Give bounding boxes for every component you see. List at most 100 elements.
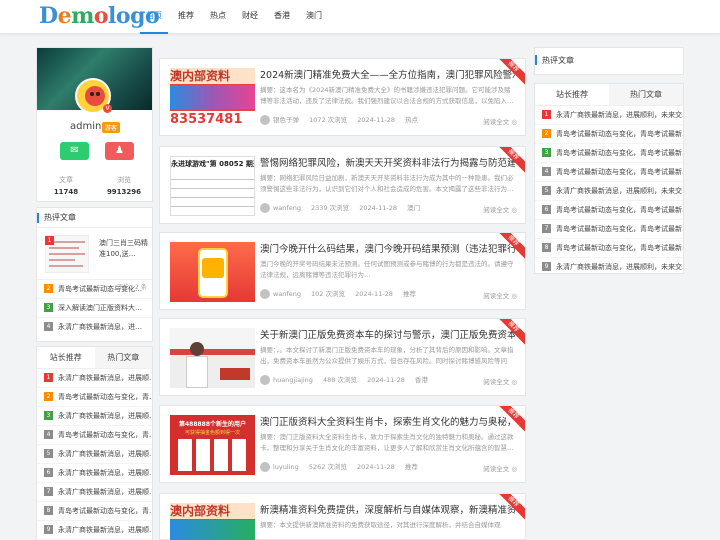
rank-badge: 1 xyxy=(44,372,53,382)
article-title[interactable]: 澳门正版资料大全资料生肖卡，探索生肖文化的魅力与奥秘，… xyxy=(260,414,515,428)
list-item[interactable]: 6 永清广商铁最新消息，进展顺… xyxy=(37,464,152,483)
list-item[interactable]: 4 青岛考试最新动态与变化，青岛考试最新… xyxy=(535,163,683,182)
stat-label: 文章 xyxy=(59,176,73,184)
thumb-caption: 澳内部资料 xyxy=(170,68,255,84)
list-item[interactable]: 3 永清广商铁最新消息，进展顺… xyxy=(37,407,152,426)
article-category[interactable]: 香港 xyxy=(415,376,428,384)
list-item[interactable]: 4 永清广商铁最新消息，进… xyxy=(37,318,152,337)
article-title[interactable]: 警惕网络犯罪风险，新澳天天开奖资料非法行为揭露与防范建… xyxy=(260,155,515,169)
thumb-number: 83537481 xyxy=(170,111,255,128)
list-item-label: 青岛考试最新动态与变化，青岛考试最新… xyxy=(556,206,683,214)
article-thumbnail[interactable]: 澳内部资料 xyxy=(170,503,255,540)
tab-bar: 站长推荐 热门文章 xyxy=(535,84,683,106)
article-category[interactable]: 推荐 xyxy=(405,463,418,471)
article-category[interactable]: 热点 xyxy=(405,116,418,124)
list-item-label: 永清广商铁最新消息，进展顺… xyxy=(58,469,152,477)
article-author[interactable]: luyuling xyxy=(273,463,299,471)
list-item[interactable]: 1 永清广商铁最新消息，进展顺… xyxy=(37,369,152,388)
list-item[interactable]: 5 永清广商铁最新消息，进展顺利，未来交… xyxy=(535,182,683,201)
article-author[interactable]: wanfeng xyxy=(273,290,301,298)
right-tab-card: 站长推荐 热门文章 1 永清广商铁最新消息，进展顺利，未来交… 2 青岛考试最新动态… xyxy=(534,83,684,274)
ribbon-label: 推荐 xyxy=(499,59,525,85)
thumb-caption: 第488888个新生的用户 xyxy=(178,421,247,428)
article-author[interactable]: 银色子弹 xyxy=(273,116,299,124)
list-item-label: 青岛考试最新动态与变化，青岛考试最新… xyxy=(556,225,683,233)
list-item[interactable]: 9 永清广商铁最新消息，进展顺… xyxy=(37,521,152,540)
tab-webmaster-picks[interactable]: 站长推荐 xyxy=(535,84,609,105)
article-views: 5262 次浏览 xyxy=(308,463,347,471)
article-meta: wanfeng 102 次浏览 2024-11-28 推荐 xyxy=(260,288,515,300)
article-thumbnail[interactable]: 第488888个新生的用户 可获得抽金色额到得一次 xyxy=(170,415,255,475)
rank-badge: 7 xyxy=(542,223,551,233)
list-item[interactable]: 9 永清广商铁最新消息，进展顺利，未来交… xyxy=(535,258,683,277)
article-date: 2024-11-28 xyxy=(355,290,393,298)
article-author[interactable]: huangjiajing xyxy=(273,376,313,384)
article-date: 2024-11-28 xyxy=(367,376,405,384)
list-item[interactable]: 8 青岛考试最新动态与变化，青… xyxy=(37,502,152,521)
list-item-label: 永清广商铁最新消息，进展顺利，未来交… xyxy=(556,111,683,119)
hot-top-title[interactable]: 澳门三肖三码精准100,送… xyxy=(99,238,149,260)
article-card[interactable]: 澳内部资料 新澳精准资料免费提供，深度解析与自媒体观察，新澳精准资… 摘要：本文… xyxy=(159,493,526,540)
read-more-link[interactable]: 阅读全文 ◎ xyxy=(483,376,517,386)
rank-badge: 8 xyxy=(44,505,53,515)
article-card[interactable]: 永进球游戏"第 08052 期开奖 警惕网络犯罪风险，新澳天天开奖资料非法行为揭… xyxy=(159,146,526,224)
hot-top-item[interactable]: 1 澳门三肖三码精准100,送… 评论：2 条 xyxy=(37,228,152,291)
tab-popular[interactable]: 热门文章 xyxy=(609,84,683,105)
article-card[interactable]: 澳内部资料 83537481 2024新澳门精准免费大全——全方位指南，澳门犯罪… xyxy=(159,58,526,136)
list-item[interactable]: 3 青岛考试最新动态与变化，青岛考试最新… xyxy=(535,144,683,163)
list-item[interactable]: 1 永清广商铁最新消息，进展顺利，未来交… xyxy=(535,106,683,125)
article-thumbnail[interactable]: 澳内部资料 83537481 xyxy=(170,68,255,128)
read-more-link[interactable]: 阅读全文 ◎ xyxy=(483,204,517,214)
article-category[interactable]: 澳门 xyxy=(407,204,420,212)
list-item-label: 永清广商铁最新消息，进展顺… xyxy=(58,488,152,496)
nav-item-home[interactable]: 首页 xyxy=(140,0,168,34)
wechat-button[interactable]: ✉ xyxy=(60,142,89,160)
author-avatar-icon xyxy=(260,375,270,385)
list-item[interactable]: 3 深入解读澳门正版资料大… xyxy=(37,299,152,318)
list-item[interactable]: 4 青岛考试最新动态与变化，青… xyxy=(37,426,152,445)
nav-item-recommend[interactable]: 推荐 xyxy=(172,0,200,34)
article-title[interactable]: 关于新澳门正版免费资本车的探讨与警示，澳门正版免费资本… xyxy=(260,327,515,341)
read-more-link[interactable]: 阅读全文 ◎ xyxy=(483,290,517,300)
rank-badge: 4 xyxy=(542,166,551,176)
list-item-label: 永清广商铁最新消息，进… xyxy=(58,323,142,331)
read-more-link[interactable]: 阅读全文 ◎ xyxy=(483,116,517,126)
article-title[interactable]: 澳门今晚开什么码结果，澳门今晚开码结果预测（违法犯罪行… xyxy=(260,241,515,255)
profile-name: admin xyxy=(70,121,102,132)
list-item-label: 永清广商铁最新消息，进展顺… xyxy=(58,526,152,534)
list-item[interactable]: 2 青岛考试最新动态与变化，青… xyxy=(37,388,152,407)
list-item-label: 深入解读澳门正版资料大… xyxy=(58,304,142,312)
article-thumbnail[interactable] xyxy=(170,242,255,302)
article-thumbnail[interactable]: 永进球游戏"第 08052 期开奖 xyxy=(170,156,255,216)
left-tab-card: 站长推荐 热门文章 1 永清广商铁最新消息，进展顺… 2 青岛考试最新动态与变化，青… xyxy=(36,346,153,540)
tab-webmaster-picks[interactable]: 站长推荐 xyxy=(37,347,95,368)
rank-badge: 2 xyxy=(44,283,53,293)
rank-badge: 5 xyxy=(44,448,53,458)
article-category[interactable]: 推荐 xyxy=(403,290,416,298)
tab-popular[interactable]: 热门文章 xyxy=(94,347,152,368)
weibo-button[interactable]: ♟ xyxy=(105,142,134,160)
article-card[interactable]: 澳门今晚开什么码结果，澳门今晚开码结果预测（违法犯罪行… 澳门今晚的开奖号码结果… xyxy=(159,232,526,310)
article-thumbnail[interactable] xyxy=(170,328,255,388)
nav-item-macau[interactable]: 澳门 xyxy=(300,0,328,34)
hot-top-comments: 评论：2 条 xyxy=(117,284,147,291)
nav-item-finance[interactable]: 财经 xyxy=(236,0,264,34)
rank-badge: 3 xyxy=(44,302,53,312)
list-item[interactable]: 8 青岛考试最新动态与变化，青岛考试最新… xyxy=(535,239,683,258)
article-author[interactable]: wanfeng xyxy=(273,204,301,212)
article-card[interactable]: 关于新澳门正版免费资本车的探讨与警示，澳门正版免费资本… 摘要：，。本文探讨了新… xyxy=(159,318,526,396)
article-title[interactable]: 2024新澳门精准免费大全——全方位指南，澳门犯罪风险警示… xyxy=(260,67,515,81)
list-item[interactable]: 7 永清广商铁最新消息，进展顺… xyxy=(37,483,152,502)
list-item[interactable]: 2 青岛考试最新动态与变化，青岛考试最新… xyxy=(535,125,683,144)
list-item[interactable]: 5 永清广商铁最新消息，进展顺… xyxy=(37,445,152,464)
read-more-link[interactable]: 阅读全文 ◎ xyxy=(483,463,517,473)
nav-item-hot[interactable]: 热点 xyxy=(204,0,232,34)
article-views: 2339 次浏览 xyxy=(311,204,350,212)
rank-badge: 7 xyxy=(44,486,53,496)
article-title[interactable]: 新澳精准资料免费提供，深度解析与自媒体观察，新澳精准资… xyxy=(260,502,515,516)
article-card[interactable]: 第488888个新生的用户 可获得抽金色额到得一次 澳门正版资料大全资料生肖卡，… xyxy=(159,405,526,483)
list-item[interactable]: 6 青岛考试最新动态与变化，青岛考试最新… xyxy=(535,201,683,220)
rank-badge: 1 xyxy=(45,236,54,245)
nav-item-hongkong[interactable]: 香港 xyxy=(268,0,296,34)
list-item[interactable]: 7 青岛考试最新动态与变化，青岛考试最新… xyxy=(535,220,683,239)
